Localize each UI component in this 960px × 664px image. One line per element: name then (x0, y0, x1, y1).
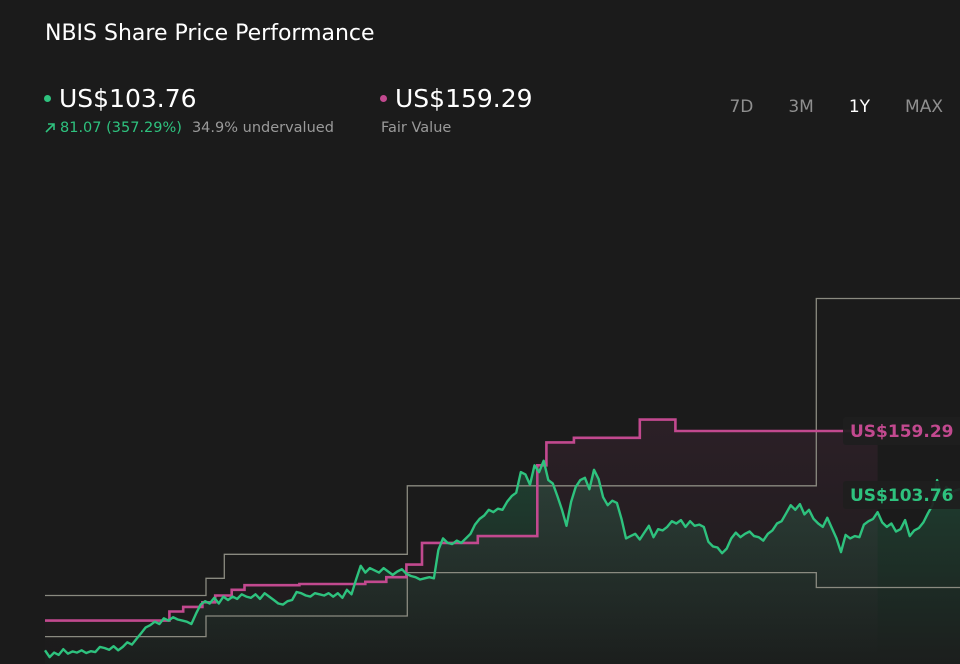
fair-value-end-label-text: US$159.29 (850, 422, 953, 442)
price-end-label-text: US$103.76 (850, 486, 953, 506)
price-chart: US$159.29 US$103.76 (44, 297, 960, 664)
fair-value-end-label: US$159.29 (843, 416, 960, 445)
price-end-label: US$103.76 (843, 480, 960, 509)
